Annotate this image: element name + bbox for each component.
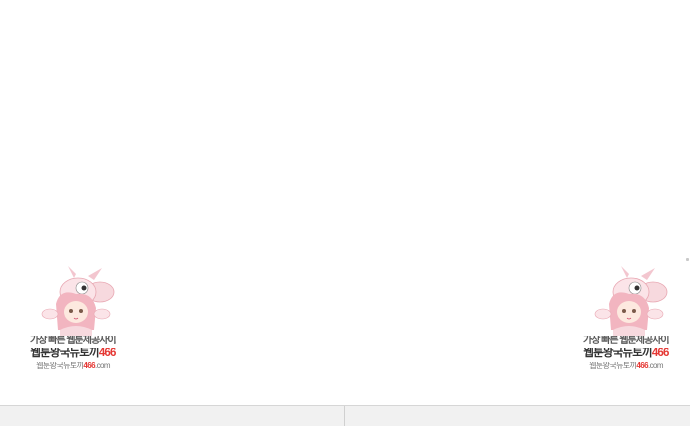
banner-site-name: 웹툰왕국뉴토끼466	[583, 348, 669, 360]
banner-site-number: 466	[98, 348, 116, 359]
edge-mark	[686, 258, 689, 261]
banner-domain-number: 466	[83, 362, 95, 370]
next-page-button[interactable]	[345, 406, 690, 426]
rabbit-girl-mascot-icon	[41, 266, 115, 336]
banner-site-domain: 웹툰왕국뉴토끼466.com	[583, 362, 669, 370]
banner-site-name-text: 웹툰왕국뉴토끼	[30, 348, 99, 359]
bottom-nav-bar	[0, 405, 690, 426]
banner-site-name: 웹툰왕국뉴토끼466	[30, 348, 116, 360]
banner-domain-text: 웹툰왕국뉴토끼	[589, 362, 637, 370]
banner-tagline: 가장 빠른 웹툰제공사이트	[30, 336, 116, 346]
banner-domain-suffix: .com	[647, 362, 664, 370]
watermark-banner-right: 가장 빠른 웹툰제공사이트 웹툰왕국뉴토끼466 웹툰왕국뉴토끼466.com	[583, 264, 669, 376]
banner-site-name-text: 웹툰왕국뉴토끼	[583, 348, 652, 359]
banner-tagline: 가장 빠른 웹툰제공사이트	[583, 336, 669, 346]
banner-domain-text: 웹툰왕국뉴토끼	[36, 362, 84, 370]
webtoon-viewer: 가장 빠른 웹툰제공사이트 웹툰왕국뉴토끼466 웹툰왕국뉴토끼466.com	[0, 0, 690, 426]
comic-page-area[interactable]: 가장 빠른 웹툰제공사이트 웹툰왕국뉴토끼466 웹툰왕국뉴토끼466.com	[0, 0, 690, 405]
watermark-banner-left: 가장 빠른 웹툰제공사이트 웹툰왕국뉴토끼466 웹툰왕국뉴토끼466.com	[30, 264, 116, 376]
rabbit-girl-mascot-icon	[594, 266, 668, 336]
banner-site-number: 466	[651, 348, 669, 359]
banner-domain-number: 466	[636, 362, 648, 370]
banner-domain-suffix: .com	[94, 362, 111, 370]
banner-site-domain: 웹툰왕국뉴토끼466.com	[30, 362, 116, 370]
prev-page-button[interactable]	[0, 406, 345, 426]
